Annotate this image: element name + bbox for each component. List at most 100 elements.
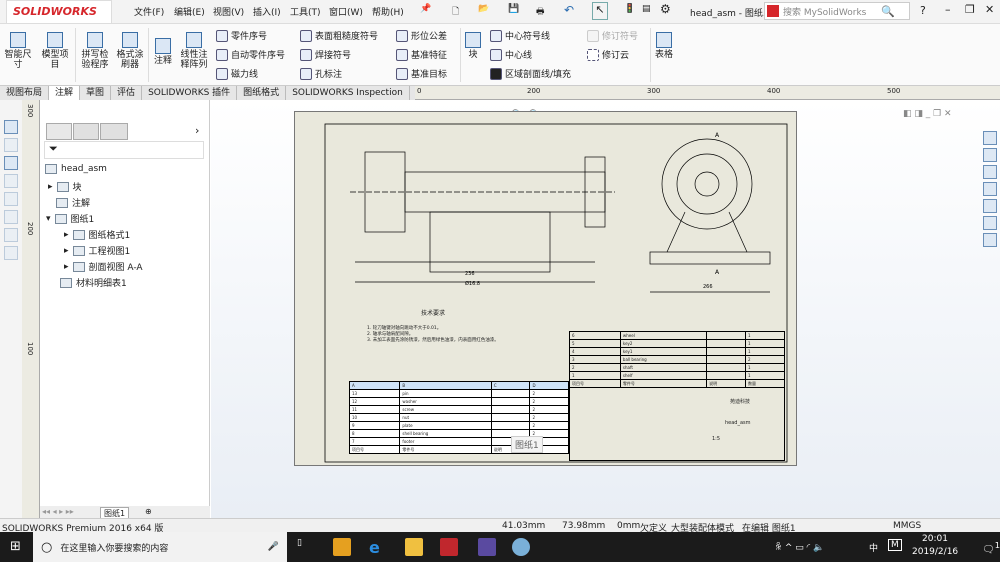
search-box[interactable]: 搜索 MySolidWorks 🔍 (764, 2, 910, 20)
menu-insert[interactable]: 插入(I) (253, 5, 281, 18)
menu-file[interactable]: 文件(F) (134, 5, 164, 18)
taskbar-search[interactable]: ○ 在这里输入你要搜索的内容 🎤 (33, 532, 287, 562)
hole-callout-button[interactable]: 孔标注 (300, 67, 342, 80)
microphone-icon[interactable]: 🎤 (268, 542, 279, 552)
task-view-icon[interactable]: ▯ (297, 538, 315, 556)
smart-dimension-button[interactable]: 智能尺寸 (4, 32, 32, 70)
clock-time[interactable]: 20:01 (922, 534, 948, 544)
search-input[interactable]: 搜索 MySolidWorks (783, 5, 866, 18)
appearances-icon[interactable] (983, 199, 997, 213)
tree-item-section-view[interactable]: ▸ 剖面视图 A-A (64, 260, 143, 273)
table-row[interactable]: 1 shelf 1 (569, 371, 785, 380)
menu-edit[interactable]: 编辑(E) (174, 5, 205, 18)
ime-mode-icon[interactable]: M (888, 539, 902, 551)
tool-icon[interactable] (4, 192, 18, 206)
tree-item-sheet1[interactable]: ▾ 图纸1 (46, 212, 94, 225)
area-hatch-button[interactable]: 区域剖面线/填充 (490, 67, 571, 80)
tool-icon[interactable] (4, 174, 18, 188)
solidworks-app-icon[interactable] (440, 538, 458, 556)
surface-finish-button[interactable]: 表面粗糙度符号 (300, 29, 378, 42)
datum-feature-button[interactable]: 基准特征 (396, 48, 447, 61)
format-painter-button[interactable]: 格式涂刷器 (114, 32, 146, 70)
menu-tools[interactable]: 工具(T) (290, 5, 321, 18)
tab-sketch[interactable]: 草图 (80, 86, 112, 100)
datum-target-button[interactable]: 基准目标 (396, 67, 447, 80)
weld-symbol-button[interactable]: 焊接符号 (300, 48, 351, 61)
centerline-button[interactable]: 中心线 (490, 48, 532, 61)
tool-icon[interactable] (4, 246, 18, 260)
bom-table-right[interactable]: 6 wheel 1 5 key2 1 4 key1 1 3 ball bearing 2 2 shaft 1… (569, 331, 785, 388)
chevron-right-icon[interactable]: › (195, 124, 199, 137)
outlook-app-icon[interactable] (333, 538, 351, 556)
tree-item-bom[interactable]: 材料明细表1 (60, 276, 127, 289)
add-sheet-icon[interactable]: ⊕ (145, 507, 152, 516)
help-icon[interactable]: ? (920, 4, 926, 17)
home-icon[interactable] (983, 131, 997, 145)
clock-date[interactable]: 2019/2/16 (912, 547, 958, 557)
spell-check-button[interactable]: 拼写检验程序 (78, 32, 112, 70)
revision-symbol-button[interactable]: 修订符号 (587, 29, 638, 42)
forum-icon[interactable] (983, 233, 997, 247)
menu-help[interactable]: 帮助(H) (372, 5, 404, 18)
custom-properties-icon[interactable] (983, 216, 997, 230)
new-icon[interactable]: 🗋 (452, 4, 459, 20)
model-items-button[interactable]: 模型项目 (40, 32, 70, 70)
view-palette-icon[interactable] (983, 182, 997, 196)
note-tool-icon[interactable] (4, 120, 18, 134)
options-gear-icon[interactable]: ⚙ (660, 2, 671, 16)
restore-button[interactable]: ❐ (965, 3, 975, 16)
tab-addins[interactable]: SOLIDWORKS 插件 (142, 86, 238, 100)
tree-item-blocks[interactable]: ▸ 块 (48, 180, 82, 193)
magnetic-line-button[interactable]: 磁力线 (216, 67, 258, 80)
file-properties-icon[interactable]: ▤ (642, 4, 651, 14)
paint-app-icon[interactable] (512, 538, 530, 556)
system-tray-icons[interactable]: ꆜ ^ ▭ ◜ 🔈 (775, 541, 824, 553)
table-row[interactable]: 3 ball bearing 2 (569, 355, 785, 364)
revision-cloud-button[interactable]: 修订云 (587, 48, 629, 61)
tool-icon[interactable] (4, 138, 18, 152)
tab-view-layout[interactable]: 视图布局 (0, 86, 50, 100)
menu-window[interactable]: 窗口(W) (329, 5, 363, 18)
tool-icon[interactable] (4, 228, 18, 242)
table-row[interactable]: 10 nut 2 (348, 413, 569, 422)
table-row[interactable]: 13 pin 2 (348, 389, 569, 398)
tab-evaluate[interactable]: 评估 (111, 86, 143, 100)
undo-icon[interactable]: ↶ (564, 3, 574, 17)
menu-view[interactable]: 视图(V) (213, 5, 244, 18)
filter-box[interactable]: ⏷ (44, 141, 204, 159)
drawing-sheet[interactable]: 236 Ø16.8 266 A A 技术要求 1. 轮刀轴键对轴向跳动不大于0.… (294, 111, 797, 466)
rebuild-icon[interactable]: 🚦 (624, 4, 635, 14)
geometric-tolerance-button[interactable]: 形位公差 (396, 29, 447, 42)
close-button[interactable]: ✕ (985, 3, 994, 16)
ime-indicator[interactable]: 中 (869, 541, 878, 554)
minimize-button[interactable]: – (945, 3, 951, 16)
sheet-nav-arrows[interactable]: ◂◂ ◂ ▸ ▸▸ (42, 507, 74, 516)
table-row[interactable]: ABCD (348, 381, 569, 390)
note-button[interactable]: 注释 (150, 38, 176, 66)
linear-note-pattern-button[interactable]: 线性注释阵列 (178, 32, 210, 70)
select-icon[interactable]: ↖ (592, 2, 608, 20)
table-row[interactable]: 9 plate 2 (348, 421, 569, 430)
center-mark-button[interactable]: 中心符号线 (490, 29, 550, 42)
windows-start-icon[interactable]: ⊞ (10, 539, 21, 554)
save-icon[interactable]: 💾 (508, 4, 519, 14)
tab-sheet-format[interactable]: 图纸格式 (237, 86, 287, 100)
search-icon[interactable]: 🔍 (881, 5, 895, 18)
solidworks-logo[interactable]: SOLIDWORKS (6, 0, 112, 24)
file-explorer-icon[interactable] (983, 165, 997, 179)
edge-app-icon[interactable]: e (369, 538, 387, 557)
table-row[interactable]: 12 washer 2 (348, 397, 569, 406)
propertymanager-tab-icon[interactable] (73, 123, 99, 140)
auto-balloon-button[interactable]: 自动零件序号 (216, 48, 285, 61)
dimxpert-tab-icon[interactable] (100, 123, 128, 140)
table-row[interactable]: 6 wheel 1 (569, 331, 785, 340)
tab-inspection[interactable]: SOLIDWORKS Inspection (286, 86, 410, 100)
print-icon[interactable]: 🖶 (536, 4, 545, 20)
tool-icon[interactable] (4, 156, 18, 170)
table-row[interactable]: 2 shaft 1 (569, 363, 785, 372)
tree-item-drawing-view1[interactable]: ▸ 工程视图1 (64, 244, 130, 257)
table-row[interactable]: 11 screw 2 (348, 405, 569, 414)
tree-item-annotations[interactable]: 注解 (56, 196, 90, 209)
tree-root[interactable]: head_asm (45, 164, 107, 174)
view-nav-icons[interactable]: ◧ ◨ _ ❐ ✕ (903, 109, 952, 119)
